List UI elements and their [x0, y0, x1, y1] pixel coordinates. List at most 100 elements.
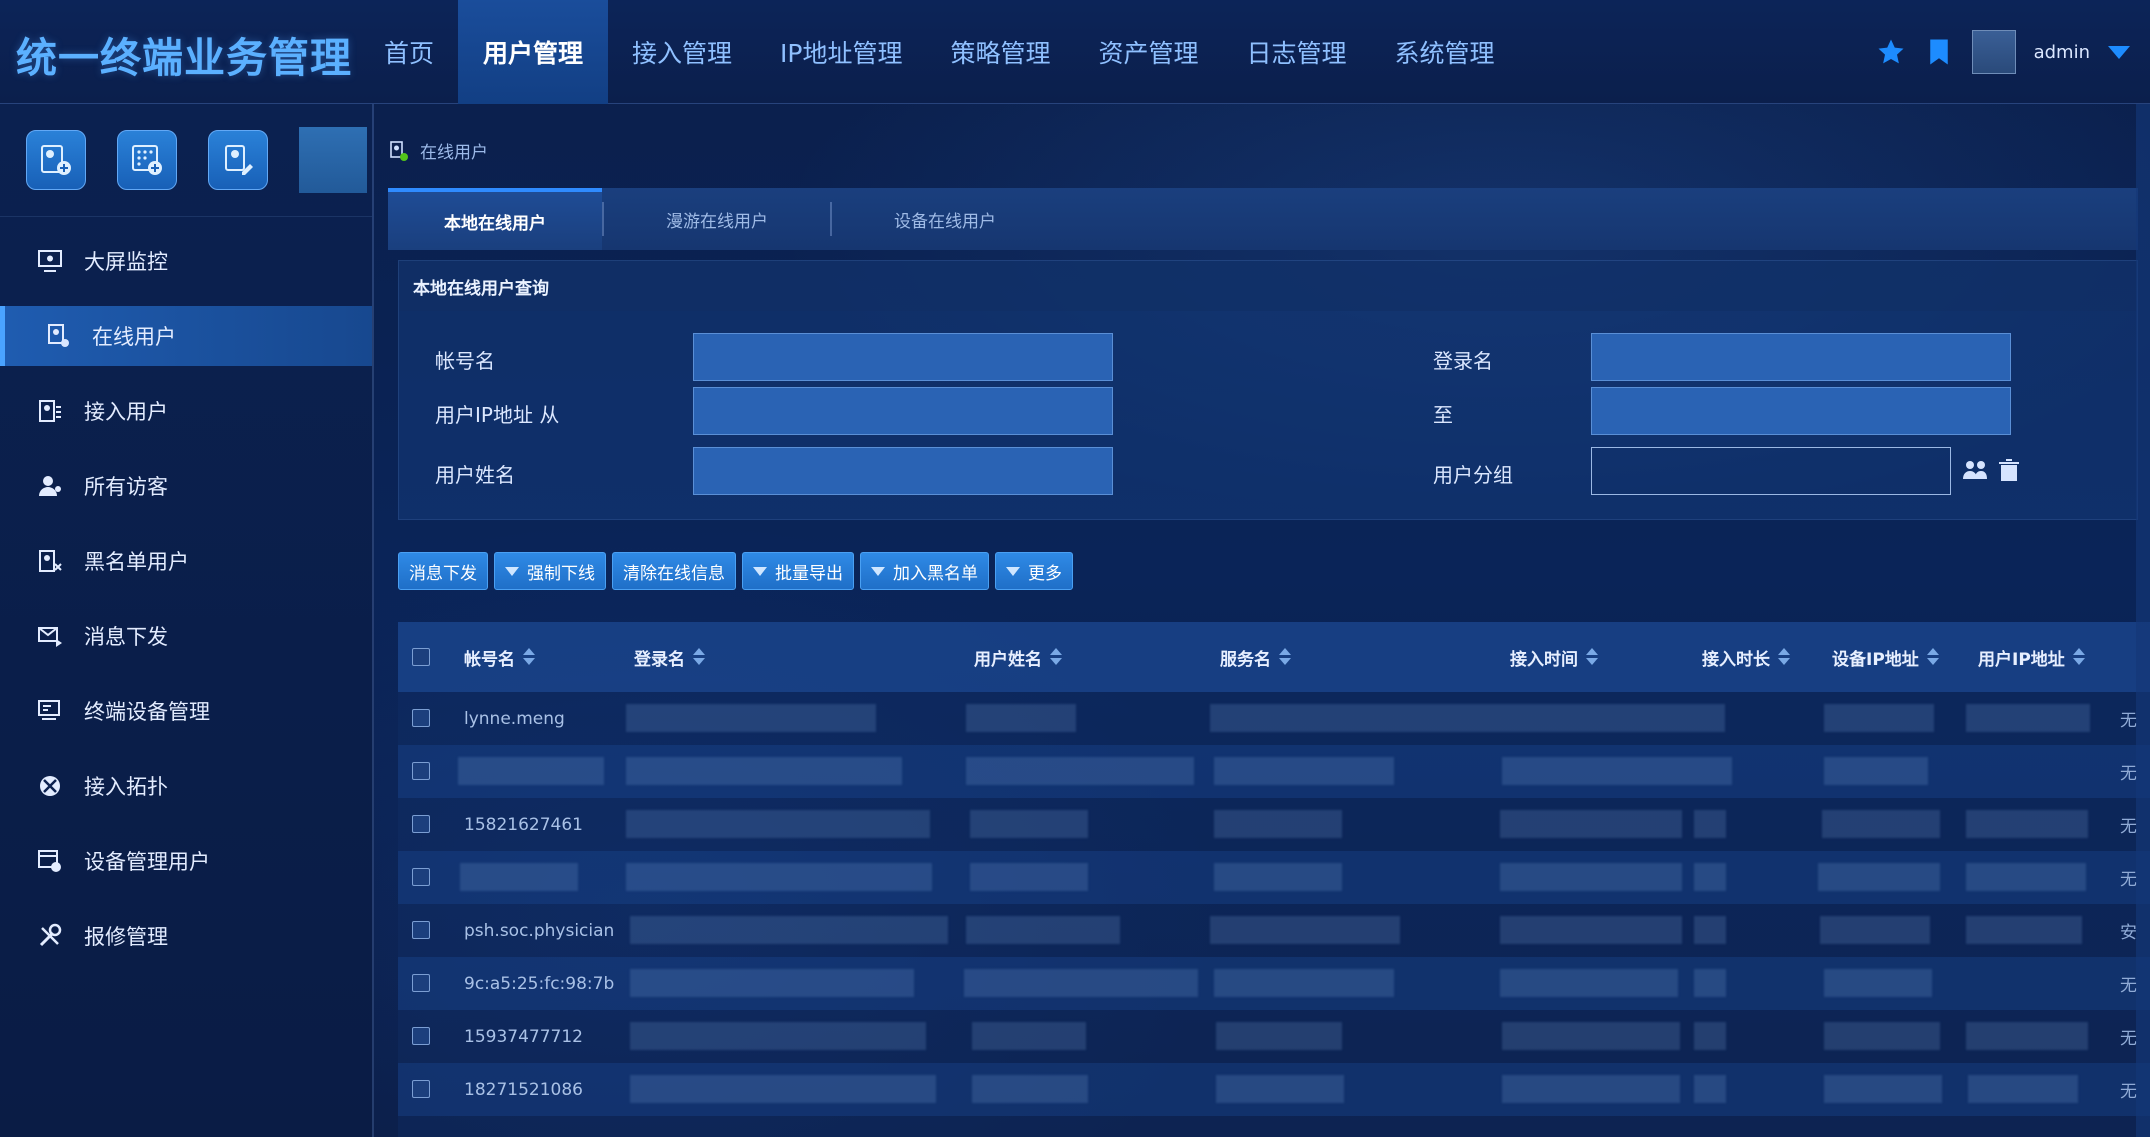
- send-message-button[interactable]: 消息下发: [398, 552, 488, 590]
- sidebar-item-label: 大屏监控: [84, 250, 168, 274]
- row-checkbox[interactable]: [412, 815, 430, 833]
- table-row[interactable]: psh.soc.physician 安: [398, 904, 2150, 957]
- sidebar-item-blacklist[interactable]: 黑名单用户: [0, 531, 372, 591]
- table-row[interactable]: 15821627461 无: [398, 798, 2150, 851]
- nav-access-management[interactable]: 接入管理: [608, 0, 756, 104]
- add-user-shortcut[interactable]: [26, 130, 86, 190]
- col-user-ip[interactable]: 用户IP地址: [1978, 622, 2085, 692]
- sidebar-item-terminal-devices[interactable]: 终端设备管理: [0, 681, 372, 741]
- sidebar-item-online-users[interactable]: 在线用户: [0, 306, 372, 366]
- col-account[interactable]: 帐号名: [464, 622, 535, 692]
- login-input[interactable]: [1591, 333, 2011, 381]
- col-access-time[interactable]: 接入时间: [1510, 622, 1598, 692]
- col-login[interactable]: 登录名: [634, 622, 705, 692]
- row-tail-cell: 无: [2120, 1082, 2137, 1102]
- sort-icon[interactable]: [523, 648, 535, 666]
- sort-icon[interactable]: [1778, 648, 1790, 666]
- add-blacklist-button[interactable]: 加入黑名单: [860, 552, 989, 590]
- monitor-icon: [38, 250, 62, 272]
- chevron-down-icon[interactable]: [2108, 45, 2130, 59]
- table-row[interactable]: 9c:a5:25:fc:98:7b 无: [398, 957, 2150, 1010]
- more-button[interactable]: 更多: [995, 552, 1073, 590]
- vertical-scrollbar[interactable]: [2136, 104, 2150, 1137]
- row-tail-cell: 安: [2120, 923, 2137, 943]
- placeholder-shortcut[interactable]: [299, 127, 367, 193]
- name-input[interactable]: [693, 447, 1113, 495]
- row-checkbox[interactable]: [412, 921, 430, 939]
- avatar[interactable]: [1971, 30, 2016, 74]
- sidebar-item-label: 接入用户: [84, 400, 168, 424]
- trash-icon[interactable]: [1995, 457, 2023, 485]
- col-device-ip[interactable]: 设备IP地址: [1832, 622, 1939, 692]
- group-label: 用户分组: [1433, 463, 1513, 487]
- sidebar-item-label: 消息下发: [84, 625, 168, 649]
- col-service[interactable]: 服务名: [1220, 622, 1291, 692]
- nav-policy-management[interactable]: 策略管理: [926, 0, 1074, 104]
- sort-icon[interactable]: [1050, 648, 1062, 666]
- main-content: 在线用户 本地在线用户 漫游在线用户 设备在线用户 本地在线用户查询 帐号名 登…: [376, 104, 2150, 1137]
- col-access-duration[interactable]: 接入时长: [1702, 622, 1790, 692]
- account-input[interactable]: [693, 333, 1113, 381]
- online-user-icon: [390, 140, 408, 161]
- sort-icon[interactable]: [2072, 648, 2085, 666]
- table-row[interactable]: 无: [398, 745, 2150, 798]
- sidebar-item-all-visitors[interactable]: 所有访客: [0, 456, 372, 516]
- account-label: 帐号名: [435, 349, 495, 373]
- account-cell: 15937477712: [464, 1026, 583, 1047]
- online-users-table: 帐号名 登录名 用户姓名 服务名 接入时间 接入时长 设备IP地址 用户IP地址…: [398, 622, 2150, 1137]
- button-label: 更多: [1028, 563, 1062, 584]
- sort-icon[interactable]: [1926, 648, 1939, 666]
- app-title: 统一终端业务管理: [16, 34, 352, 82]
- sidebar-item-screen-monitor[interactable]: 大屏监控: [0, 231, 372, 291]
- row-tail-cell: 无: [2120, 976, 2137, 996]
- sidebar-item-message[interactable]: 消息下发: [0, 606, 372, 666]
- table-row[interactable]: 无: [398, 851, 2150, 904]
- sort-icon[interactable]: [1279, 648, 1291, 666]
- nav-log-management[interactable]: 日志管理: [1223, 0, 1371, 104]
- batch-export-button[interactable]: 批量导出: [742, 552, 854, 590]
- sort-icon[interactable]: [693, 648, 705, 666]
- edit-user-shortcut[interactable]: [208, 130, 268, 190]
- col-user-name[interactable]: 用户姓名: [974, 622, 1062, 692]
- sidebar-item-access-users[interactable]: 接入用户: [0, 381, 372, 441]
- add-device-shortcut[interactable]: [117, 130, 177, 190]
- row-checkbox[interactable]: [412, 762, 430, 780]
- table-row[interactable]: 15937477712 无: [398, 1010, 2150, 1063]
- row-checkbox[interactable]: [412, 868, 430, 886]
- table-row[interactable]: [398, 1116, 2150, 1137]
- sidebar-item-label: 接入拓扑: [84, 775, 168, 799]
- user-name[interactable]: admin: [2034, 42, 2090, 63]
- select-all-checkbox[interactable]: [412, 648, 430, 666]
- nav-ip-management[interactable]: IP地址管理: [756, 0, 926, 104]
- ip-from-input[interactable]: [693, 387, 1113, 435]
- force-offline-button[interactable]: 强制下线: [494, 552, 606, 590]
- bookmark-icon[interactable]: [1924, 37, 1954, 67]
- group-select-icon[interactable]: [1961, 457, 1989, 485]
- nav-asset-management[interactable]: 资产管理: [1075, 0, 1223, 104]
- sidebar-item-device-admin-users[interactable]: 设备管理用户: [0, 831, 372, 891]
- row-checkbox[interactable]: [412, 709, 430, 727]
- star-icon[interactable]: [1876, 37, 1906, 67]
- nav-system-management[interactable]: 系统管理: [1371, 0, 1519, 104]
- sidebar-item-repair[interactable]: 报修管理: [0, 906, 372, 966]
- nav-user-management[interactable]: 用户管理: [458, 0, 609, 104]
- row-tail-cell: 无: [2120, 817, 2137, 837]
- button-label: 消息下发: [409, 563, 477, 584]
- tab-device-online-users[interactable]: 设备在线用户: [832, 188, 1058, 250]
- nav-home[interactable]: 首页: [360, 0, 458, 104]
- tab-roaming-online-users[interactable]: 漫游在线用户: [604, 188, 830, 250]
- group-input[interactable]: [1591, 447, 1951, 495]
- tab-local-online-users[interactable]: 本地在线用户: [388, 188, 602, 250]
- row-checkbox[interactable]: [412, 1027, 430, 1045]
- sort-icon[interactable]: [1586, 648, 1598, 666]
- clear-online-info-button[interactable]: 清除在线信息: [612, 552, 736, 590]
- sidebar-item-topology[interactable]: 接入拓扑: [0, 756, 372, 816]
- ip-to-input[interactable]: [1591, 387, 2011, 435]
- ip-from-label: 用户IP地址 从: [435, 403, 560, 427]
- table-row[interactable]: lynne.meng 无: [398, 692, 2150, 745]
- topology-icon: [40, 776, 60, 796]
- row-checkbox[interactable]: [412, 1080, 430, 1098]
- row-checkbox[interactable]: [412, 974, 430, 992]
- table-row[interactable]: 18271521086 无: [398, 1063, 2150, 1116]
- sidebar-shortcuts: [0, 104, 372, 217]
